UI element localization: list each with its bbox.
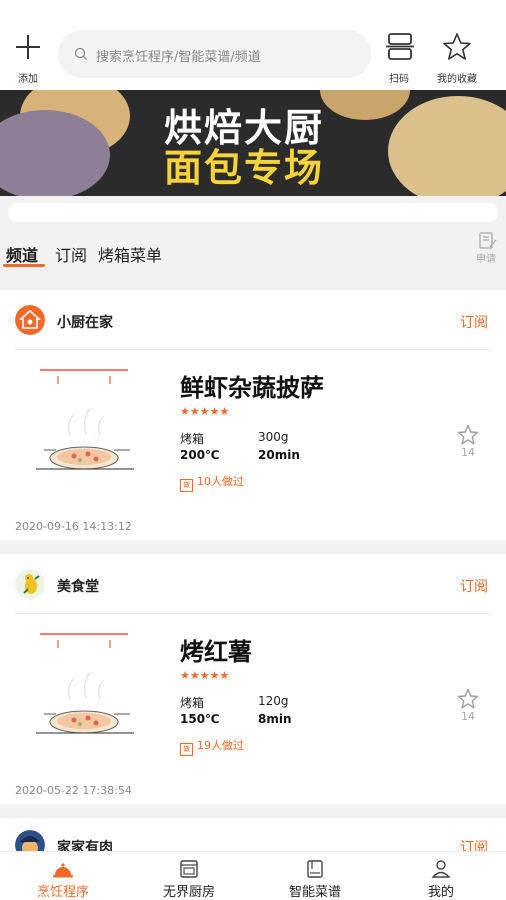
oven-pizza-illustration bbox=[36, 369, 134, 470]
bottom-navigation: 烹饪程序 无界厨房 智能菜谱 我的 bbox=[0, 851, 506, 900]
divider bbox=[15, 613, 491, 614]
made-count-text: 19人做过 bbox=[197, 739, 244, 752]
scan-label: 扫码 bbox=[389, 74, 409, 85]
favorite-button[interactable]: 14 bbox=[456, 688, 480, 723]
nav-label: 智能菜谱 bbox=[288, 885, 341, 900]
channel-name[interactable]: 小厨在家 bbox=[57, 312, 113, 332]
my-favorites-button[interactable]: 我的收藏 bbox=[432, 30, 482, 85]
active-tab-indicator bbox=[3, 264, 45, 267]
star-outline-icon bbox=[457, 424, 479, 445]
banner-title-line1: 烘焙大厨 bbox=[164, 106, 325, 150]
nav-label: 烹饪程序 bbox=[36, 885, 89, 900]
user-icon bbox=[431, 860, 451, 878]
favorites-label: 我的收藏 bbox=[437, 74, 477, 85]
publish-date: 2020-09-16 14:13:12 bbox=[15, 520, 132, 533]
subscribe-button[interactable]: 订阅 bbox=[460, 576, 488, 596]
favorite-count: 14 bbox=[461, 710, 475, 723]
tab-subscribe[interactable]: 订阅 bbox=[55, 242, 87, 266]
search-icon bbox=[74, 47, 87, 60]
add-label: 添加 bbox=[18, 74, 38, 85]
banner-title-line2: 面包专场 bbox=[164, 146, 325, 190]
nav-label: 无界厨房 bbox=[162, 885, 215, 900]
time-value: 8min bbox=[258, 712, 292, 726]
apply-label: 申请 bbox=[476, 254, 496, 265]
banner-title: 烘焙大厨 面包专场 bbox=[164, 108, 364, 188]
device-label: 烤箱 bbox=[180, 696, 205, 710]
rating-stars: ★★★★★ bbox=[180, 669, 230, 682]
apply-button[interactable]: 申请 bbox=[474, 232, 500, 266]
recipe-card[interactable]: 小厨在家 订阅 鲜虾杂蔬披萨 ★★★★★ 烤箱 300g 200℃ 20min … bbox=[0, 290, 506, 540]
recipe-book-icon bbox=[307, 860, 323, 878]
nav-smart-recipes[interactable]: 智能菜谱 bbox=[252, 852, 378, 900]
channel-avatar[interactable] bbox=[15, 569, 45, 599]
nav-label: 我的 bbox=[427, 885, 454, 900]
made-badge-icon: 做 bbox=[180, 743, 193, 756]
weight-value: 120g bbox=[258, 694, 289, 708]
weight-value: 300g bbox=[258, 430, 289, 444]
search-bar[interactable]: 搜索烹饪程序/智能菜谱/频道 bbox=[58, 30, 371, 78]
favorite-count: 14 bbox=[461, 446, 475, 459]
channel-tabs: 频道 订阅 烤箱菜单 bbox=[0, 230, 506, 276]
add-button[interactable]: 添加 bbox=[10, 30, 46, 85]
temperature-value: 200℃ bbox=[180, 448, 220, 462]
rating-stars: ★★★★★ bbox=[180, 405, 230, 418]
nav-cooking-programs[interactable]: 烹饪程序 bbox=[0, 852, 126, 900]
search-placeholder: 搜索烹饪程序/智能菜谱/频道 bbox=[96, 50, 261, 65]
channel-avatar[interactable] bbox=[15, 305, 45, 335]
oven-icon bbox=[180, 860, 198, 878]
chef-logo-icon bbox=[15, 569, 45, 599]
recipe-title[interactable]: 鲜虾杂蔬披萨 bbox=[180, 368, 324, 403]
time-value: 20min bbox=[258, 448, 300, 462]
made-count: 做 19人做过 bbox=[180, 737, 244, 756]
promo-banner[interactable]: 烘焙大厨 面包专场 bbox=[0, 90, 506, 196]
star-outline-icon bbox=[457, 688, 479, 709]
bread-image bbox=[388, 96, 506, 196]
recipe-card[interactable]: 美食堂 订阅 烤红薯 ★★★★★ 烤箱 120g 150℃ 8min 做 19人做… bbox=[0, 554, 506, 804]
made-badge-icon: 做 bbox=[180, 479, 193, 492]
scan-icon bbox=[386, 33, 414, 60]
channel-name[interactable]: 美食堂 bbox=[57, 576, 99, 596]
temperature-value: 150℃ bbox=[180, 712, 220, 726]
house-logo-icon bbox=[15, 305, 45, 335]
oven-pizza-illustration bbox=[36, 633, 134, 734]
cloche-icon bbox=[53, 863, 73, 878]
subscribe-button[interactable]: 订阅 bbox=[460, 312, 488, 332]
plus-icon bbox=[16, 35, 40, 59]
banner-indicator-strip bbox=[8, 203, 498, 222]
tab-channel[interactable]: 频道 bbox=[6, 242, 38, 266]
publish-date: 2020-05-22 17:38:54 bbox=[15, 784, 132, 797]
star-icon bbox=[443, 33, 471, 60]
tab-oven-menu[interactable]: 烤箱菜单 bbox=[98, 242, 162, 266]
nav-me[interactable]: 我的 bbox=[378, 852, 504, 900]
recipe-title[interactable]: 烤红薯 bbox=[180, 632, 252, 667]
top-bar: 添加 搜索烹饪程序/智能菜谱/频道 扫码 我的收藏 bbox=[0, 0, 506, 90]
favorite-button[interactable]: 14 bbox=[456, 424, 480, 459]
made-count-text: 10人做过 bbox=[197, 475, 244, 488]
nav-boundless-kitchen[interactable]: 无界厨房 bbox=[126, 852, 252, 900]
scan-button[interactable]: 扫码 bbox=[383, 30, 417, 85]
edit-document-icon bbox=[479, 232, 497, 249]
device-label: 烤箱 bbox=[180, 432, 205, 446]
divider bbox=[15, 349, 491, 350]
made-count: 做 10人做过 bbox=[180, 473, 244, 492]
